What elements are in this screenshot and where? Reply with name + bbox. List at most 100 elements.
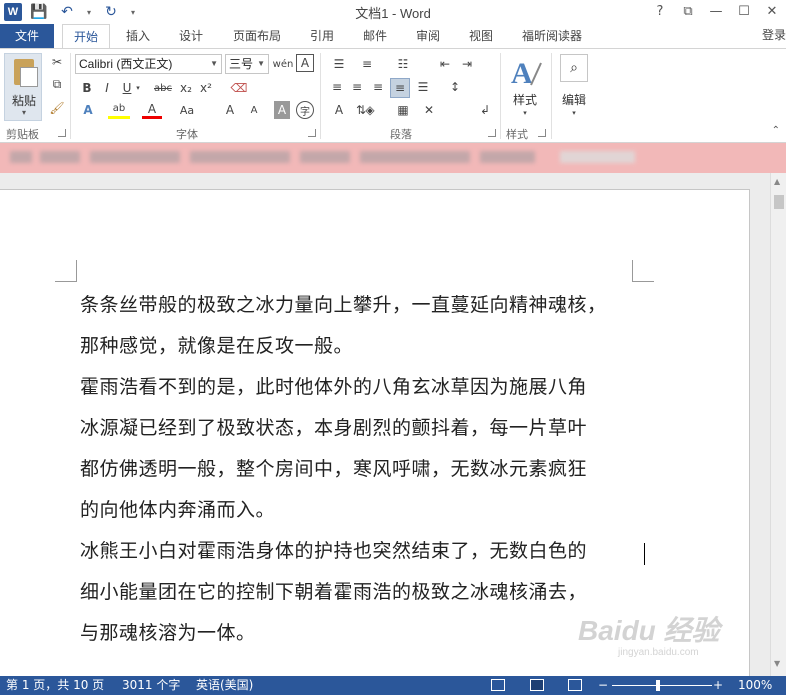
shading-icon[interactable]: ◈: [360, 101, 380, 119]
text-effects-button[interactable]: A: [78, 101, 98, 119]
styles-button-label[interactable]: 样式: [505, 91, 545, 108]
font-name-dropdown[interactable]: Calibri (西文正文) ▼: [75, 54, 222, 74]
tab-insert[interactable]: 插入: [115, 24, 161, 48]
tab-file[interactable]: 文件: [0, 24, 54, 48]
superscript-button[interactable]: x²: [198, 79, 214, 97]
font-color-button[interactable]: A: [142, 101, 162, 119]
show-hide-marks-icon[interactable]: ↲: [476, 101, 494, 119]
zoom-out-button[interactable]: −: [598, 677, 608, 694]
zoom-level[interactable]: 100%: [738, 677, 772, 694]
read-mode-icon[interactable]: [491, 679, 505, 691]
italic-button[interactable]: I: [98, 79, 116, 97]
align-right-icon[interactable]: ≡: [369, 78, 387, 96]
tab-review[interactable]: 审阅: [405, 24, 451, 48]
word-count[interactable]: 3011 个字: [122, 677, 180, 694]
tab-foxit-reader[interactable]: 福昕阅读器: [512, 24, 592, 48]
scroll-down-icon[interactable]: ▼: [774, 659, 780, 668]
clipboard-group-label: 剪贴板: [6, 128, 39, 141]
styles-launcher-icon[interactable]: [538, 129, 546, 137]
character-border-icon[interactable]: A: [296, 54, 314, 72]
chevron-down-icon[interactable]: ▾: [564, 107, 584, 119]
tab-view[interactable]: 视图: [458, 24, 504, 48]
zoom-slider-thumb[interactable]: [656, 680, 660, 691]
page-count[interactable]: 第 1 页，共 10 页: [6, 677, 104, 694]
align-left-icon[interactable]: ≡: [328, 78, 346, 96]
ribbon-display-options-icon[interactable]: ⧉: [674, 0, 702, 22]
word-logo-icon[interactable]: W: [4, 3, 22, 21]
chevron-down-icon[interactable]: ▾: [515, 107, 535, 119]
sign-in-link[interactable]: 登录: [762, 26, 786, 43]
shrink-font-button[interactable]: A: [246, 101, 262, 119]
zoom-in-button[interactable]: +: [713, 677, 723, 694]
tab-home[interactable]: 开始: [62, 24, 110, 49]
minimize-button[interactable]: —: [702, 0, 730, 22]
scroll-thumb[interactable]: [774, 195, 784, 209]
font-launcher-icon[interactable]: [308, 129, 316, 137]
numbering-icon[interactable]: ≡: [356, 55, 378, 73]
font-size-dropdown[interactable]: 三号 ▼: [225, 54, 269, 74]
zoom-slider[interactable]: [612, 685, 712, 686]
bold-button[interactable]: B: [78, 79, 96, 97]
line-spacing-icon[interactable]: ↕: [444, 78, 466, 96]
distributed-icon[interactable]: ☰: [414, 78, 432, 96]
multilevel-list-icon[interactable]: ☷: [392, 55, 414, 73]
scroll-up-icon[interactable]: ▲: [774, 177, 780, 186]
cut-icon[interactable]: ✂: [48, 53, 66, 71]
blurred-region: [560, 151, 635, 163]
character-shading-button[interactable]: A: [274, 101, 290, 119]
decrease-indent-icon[interactable]: ⇤: [436, 55, 454, 73]
print-layout-icon[interactable]: [530, 679, 544, 691]
chinese-layout-icon[interactable]: A: [328, 101, 350, 119]
blurred-region: [90, 151, 180, 163]
blurred-region: [300, 151, 350, 163]
tab-references[interactable]: 引用: [300, 24, 344, 48]
group-separator: [551, 53, 552, 139]
maximize-button[interactable]: ☐: [730, 0, 758, 22]
styles-icon[interactable]: A: [509, 55, 543, 89]
enclose-characters-button[interactable]: 字: [296, 101, 314, 119]
styles-group-label: 样式: [506, 128, 528, 141]
undo-dropdown-icon[interactable]: ▾: [84, 2, 94, 22]
clipboard-launcher-icon[interactable]: [58, 129, 66, 137]
help-icon[interactable]: ?: [646, 0, 674, 22]
redo-icon[interactable]: ↻: [100, 2, 122, 22]
blurred-region: [190, 151, 290, 163]
clipboard-icon: [14, 59, 38, 87]
phonetic-guide-icon[interactable]: wén: [272, 54, 294, 74]
change-case-button[interactable]: Aa: [174, 101, 200, 119]
language-indicator[interactable]: 英语(美国): [196, 677, 253, 694]
clear-formatting-icon[interactable]: ⌫: [230, 79, 248, 97]
document-body[interactable]: 条条丝带般的极致之冰力量向上攀升，一直蔓延向精神魂核， 那种感觉，就像是在反攻一…: [80, 285, 660, 654]
collapse-ribbon-icon[interactable]: ⌃: [772, 125, 780, 136]
close-button[interactable]: ✕: [758, 0, 786, 22]
vertical-scrollbar[interactable]: ▲ ▼: [770, 173, 786, 676]
customize-qat-icon[interactable]: ▾: [128, 2, 138, 22]
tab-mailings[interactable]: 邮件: [352, 24, 398, 48]
editing-button[interactable]: 编辑: [554, 91, 594, 108]
tab-design[interactable]: 设计: [168, 24, 214, 48]
undo-icon[interactable]: ↶: [56, 2, 78, 22]
copy-icon[interactable]: ⧉: [48, 75, 66, 93]
group-separator: [320, 53, 321, 139]
paste-button[interactable]: 粘贴 ▾: [4, 53, 42, 121]
binoculars-icon[interactable]: ⌕: [560, 54, 588, 82]
text-line: 条条丝带般的极致之冰力量向上攀升，一直蔓延向精神魂核，: [80, 294, 607, 316]
bullets-icon[interactable]: ☰: [328, 55, 350, 73]
asian-typography-icon[interactable]: ✕: [418, 101, 440, 119]
grow-font-button[interactable]: A: [222, 101, 238, 119]
highlight-color-button[interactable]: ab: [108, 101, 130, 119]
subscript-button[interactable]: x₂: [178, 79, 194, 97]
align-center-icon[interactable]: ≡: [348, 78, 366, 96]
format-painter-icon[interactable]: 🖌: [48, 99, 66, 117]
paragraph-launcher-icon[interactable]: [488, 129, 496, 137]
borders-icon[interactable]: ▦: [392, 101, 414, 119]
justify-icon[interactable]: ≡: [390, 78, 410, 98]
save-icon[interactable]: 💾: [28, 2, 50, 22]
increase-indent-icon[interactable]: ⇥: [458, 55, 476, 73]
font-group-label: 字体: [176, 128, 198, 141]
tab-page-layout[interactable]: 页面布局: [224, 24, 290, 48]
strikethrough-button[interactable]: abc: [152, 79, 174, 97]
blurred-region: [480, 151, 535, 163]
chevron-down-icon[interactable]: ▾: [134, 79, 142, 97]
web-layout-icon[interactable]: [568, 679, 582, 691]
